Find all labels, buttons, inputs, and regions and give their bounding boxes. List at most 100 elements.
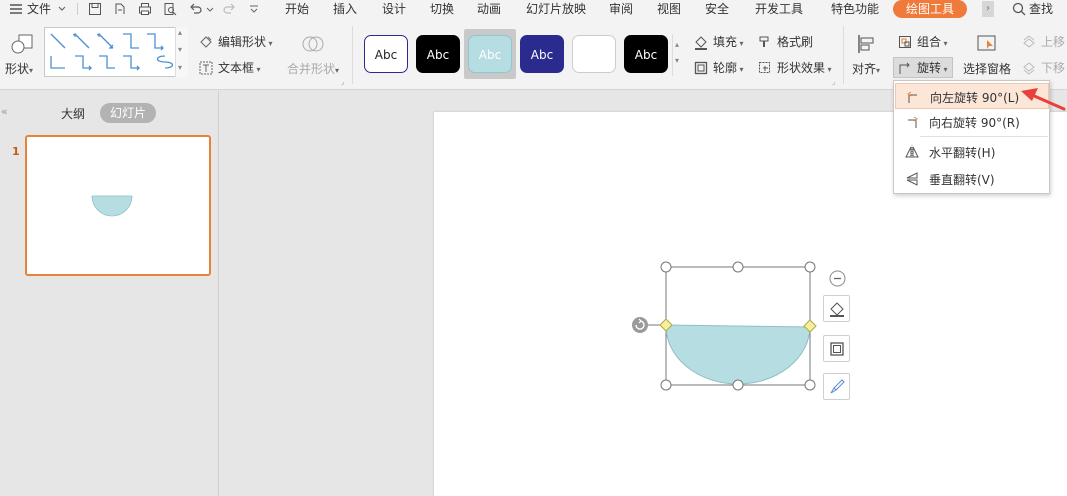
slide-thumbnail[interactable] [25, 135, 211, 276]
merge-shape-icon[interactable] [300, 32, 326, 56]
flip-vertical-item[interactable]: 垂直翻转(V) [895, 166, 1049, 192]
selected-semicircle-shape[interactable] [625, 255, 825, 395]
chevron-down-icon: ▾ [941, 65, 948, 74]
outline-button[interactable]: 轮廓 ▾ [713, 60, 744, 78]
collapse-toolbar-icon[interactable] [829, 270, 846, 287]
textbox-button[interactable]: 文本框 ▾ [218, 60, 261, 78]
flip-horizontal-item[interactable]: 水平翻转(H) [895, 139, 1049, 165]
fill-bucket-icon[interactable] [693, 34, 709, 50]
shape-button[interactable]: 形状▾ [5, 61, 33, 79]
menu-separator [920, 136, 1048, 137]
tab-outline[interactable]: 大纲 [61, 105, 85, 122]
align-button[interactable]: 对齐▾ [852, 61, 880, 79]
style-black[interactable]: Abc [416, 35, 460, 73]
format-painter-button[interactable]: 格式刷 [777, 34, 813, 50]
flip-vertical-label: 垂直翻转(V) [929, 173, 995, 187]
file-menu[interactable]: 文件 [27, 1, 51, 17]
shape-effects-icon[interactable] [757, 60, 773, 76]
gallery-scrollbar[interactable]: ▴ ▾ ▾ [175, 27, 188, 77]
red-arrow-annotation [1021, 88, 1066, 111]
edit-shape-label: 编辑形状 [218, 35, 267, 49]
flip-vertical-icon [906, 172, 918, 186]
rotate-right-90-label: 向右旋转 90°(R) [929, 116, 1020, 130]
flip-horizontal-label: 水平翻转(H) [929, 146, 996, 160]
style-dark-blue[interactable]: Abc [520, 35, 564, 73]
fill-button[interactable]: 填充 ▾ [713, 34, 744, 52]
print-preview-icon[interactable] [162, 1, 178, 17]
collapse-pane-icon[interactable]: « [1, 105, 8, 118]
ribbon-divider [843, 26, 844, 84]
rotate-left-90-label: 向左旋转 90°(L) [930, 91, 1020, 105]
tab-special[interactable]: 特色功能 [831, 1, 879, 17]
tab-insert[interactable]: 插入 [333, 1, 357, 17]
customize-toolbar-icon[interactable] [248, 1, 260, 17]
print-icon[interactable] [137, 1, 153, 17]
search-icon[interactable] [1011, 1, 1027, 17]
style-white-outline[interactable]: Abc [364, 35, 408, 73]
rotate-icon[interactable] [897, 60, 913, 76]
send-backward-icon[interactable] [1021, 60, 1037, 76]
send-backward-button[interactable]: 下移 [1041, 60, 1065, 76]
hamburger-menu-icon[interactable] [8, 1, 24, 17]
selection-pane-button[interactable]: 选择窗格 [963, 61, 1011, 77]
undo-dropdown-icon[interactable] [205, 1, 215, 17]
shape-icon[interactable] [9, 32, 35, 56]
float-style-button[interactable] [823, 373, 850, 400]
fill-bucket-icon [830, 302, 844, 317]
shape-button-label: 形状 [5, 62, 30, 76]
merge-shape-label: 合并形状 [287, 62, 336, 76]
dialog-launcher-icon[interactable]: ⌟ [832, 78, 835, 86]
tab-drawing-tools[interactable]: 绘图工具 [893, 0, 967, 18]
tab-developer[interactable]: 开发工具 [755, 1, 803, 17]
rotate-left-icon [907, 91, 917, 103]
group-button[interactable]: 组合 ▾ [917, 34, 948, 52]
style-light-blue-selected[interactable]: Abc [468, 35, 512, 73]
edit-shape-button[interactable]: 编辑形状 ▾ [218, 34, 273, 52]
tab-slideshow[interactable]: 幻灯片放映 [526, 1, 586, 17]
align-icon[interactable] [855, 32, 879, 56]
tab-review[interactable]: 审阅 [609, 1, 633, 17]
shape-effects-label: 形状效果 [777, 61, 826, 75]
tab-view[interactable]: 视图 [657, 1, 681, 17]
slide-pane: « 大纲 幻灯片 1 [0, 91, 219, 496]
float-outline-button[interactable] [823, 335, 850, 362]
style-white-plain[interactable] [572, 35, 616, 73]
save-icon[interactable] [87, 1, 103, 17]
search-button[interactable]: 查找 [1029, 1, 1053, 17]
undo-icon[interactable] [188, 1, 204, 17]
outline-icon[interactable] [693, 60, 709, 76]
export-pdf-icon[interactable] [112, 1, 128, 17]
selection-pane-icon[interactable] [975, 32, 999, 56]
shape-effects-button[interactable]: 形状效果 ▾ [777, 60, 832, 78]
align-label: 对齐 [852, 62, 877, 76]
style-gallery-scroll[interactable]: ▴ ▾ [672, 34, 684, 76]
rotate-button[interactable]: 旋转 ▾ [917, 60, 948, 78]
tab-home[interactable]: 开始 [285, 1, 309, 17]
float-fill-button[interactable] [823, 295, 850, 322]
chevron-down-icon: ▾ [335, 66, 340, 75]
bring-forward-button[interactable]: 上移 [1041, 34, 1065, 50]
fill-label: 填充 [713, 35, 738, 49]
more-tabs-icon[interactable]: › [982, 1, 994, 17]
tab-slides[interactable]: 幻灯片 [100, 103, 156, 123]
chevron-down-icon: ▾ [254, 65, 261, 74]
edit-shape-icon[interactable] [198, 34, 214, 50]
redo-icon[interactable] [221, 1, 237, 17]
outline-label: 轮廓 [713, 61, 738, 75]
connector-shape-gallery[interactable] [44, 27, 188, 77]
brush-icon [830, 379, 845, 394]
group-icon[interactable] [897, 34, 913, 50]
tab-transition[interactable]: 切换 [430, 1, 454, 17]
connector-shapes-icon[interactable] [45, 28, 175, 76]
chevron-down-icon: ▾ [876, 66, 881, 75]
format-painter-icon[interactable] [757, 34, 773, 50]
chevron-down-icon[interactable] [56, 1, 68, 17]
tab-animation[interactable]: 动画 [477, 1, 501, 17]
textbox-icon[interactable] [198, 60, 214, 76]
dialog-launcher-icon[interactable]: ⌟ [341, 78, 344, 86]
merge-shape-button[interactable]: 合并形状▾ [287, 61, 339, 79]
tab-security[interactable]: 安全 [705, 1, 729, 17]
style-black-2[interactable]: Abc [624, 35, 668, 73]
bring-forward-icon[interactable] [1021, 34, 1037, 50]
tab-design[interactable]: 设计 [382, 1, 406, 17]
